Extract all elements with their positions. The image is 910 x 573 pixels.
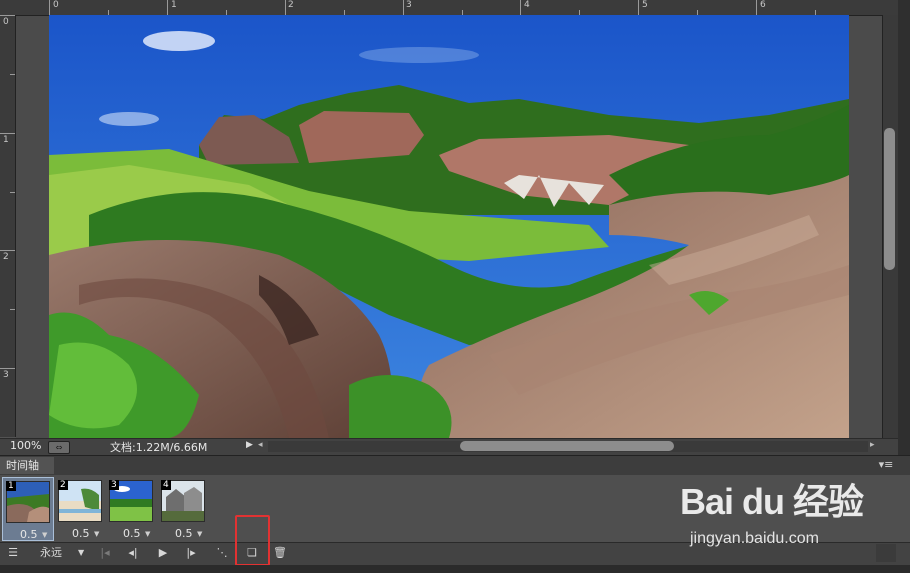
frame-number: 4 xyxy=(161,480,171,490)
frame-delay[interactable]: 0.5 xyxy=(175,527,193,540)
ruler-label: 2 xyxy=(288,0,294,10)
panel-menu-icon[interactable]: ▾≡ xyxy=(878,459,894,471)
delay-dropdown-icon[interactable]: ▼ xyxy=(145,530,150,538)
trash-icon[interactable]: 🗑 xyxy=(271,542,289,564)
ruler-label: 1 xyxy=(3,135,9,145)
ruler-label: 4 xyxy=(524,0,530,10)
vertical-scroll-thumb[interactable] xyxy=(884,128,895,270)
document-image xyxy=(49,15,849,438)
frame-number: 3 xyxy=(109,480,119,490)
panel-edge xyxy=(898,0,910,455)
ruler-label: 1 xyxy=(171,0,177,10)
navigator-icon[interactable]: ⇔ xyxy=(48,441,70,454)
ruler-label: 5 xyxy=(642,0,648,10)
scroll-right-arrow-icon[interactable]: ▸ xyxy=(870,440,875,450)
delay-dropdown-icon[interactable]: ▼ xyxy=(42,531,47,539)
horizontal-scroll-thumb[interactable] xyxy=(460,441,674,451)
watermark: Bai du 经验 jingyan.baidu.com xyxy=(680,473,870,553)
ruler-label: 0 xyxy=(3,17,9,27)
loop-options-select[interactable]: 永远 ▼ xyxy=(27,542,89,564)
watermark-url: jingyan.baidu.com xyxy=(690,530,819,547)
document-size-info: 文档:1.22M/6.66M xyxy=(110,441,208,454)
frame-2[interactable]: 2 0.5 ▼ xyxy=(55,477,107,541)
ruler-label: 3 xyxy=(3,370,9,380)
frame-delay[interactable]: 0.5 xyxy=(123,527,141,540)
top-ruler: 0 1 2 3 4 5 6 xyxy=(0,0,910,16)
delay-dropdown-icon[interactable]: ▼ xyxy=(197,530,202,538)
frame-1[interactable]: 1 0.5 ▼ xyxy=(2,477,54,541)
ruler-label: 3 xyxy=(406,0,412,10)
panel-resize-handle[interactable] xyxy=(876,544,896,562)
frame-delay[interactable]: 0.5 xyxy=(20,528,38,541)
frame-delay[interactable]: 0.5 xyxy=(72,527,90,540)
ruler-label: 0 xyxy=(53,0,59,10)
bottom-edge xyxy=(0,565,910,573)
zoom-level[interactable]: 100% xyxy=(10,439,41,452)
frame-4[interactable]: 4 0.5 ▼ xyxy=(158,477,210,541)
watermark-logo: Bai du 经验 xyxy=(680,481,864,522)
frame-number: 1 xyxy=(6,481,16,491)
previous-frame-icon[interactable]: ◂| xyxy=(124,542,142,564)
play-icon[interactable]: ▶ xyxy=(154,542,172,564)
scroll-left-arrow-icon[interactable]: ◂ xyxy=(258,440,263,450)
frame-3[interactable]: 3 0.5 ▼ xyxy=(106,477,158,541)
delay-dropdown-icon[interactable]: ▼ xyxy=(94,530,99,538)
first-frame-icon[interactable]: |◂ xyxy=(96,542,114,564)
ruler-label: 2 xyxy=(3,252,9,262)
left-ruler: 0 1 2 3 xyxy=(0,15,16,437)
frame-number: 2 xyxy=(58,480,68,490)
loop-option-label: 永远 xyxy=(40,546,62,559)
tween-icon[interactable]: ⋱ xyxy=(212,542,232,564)
status-menu-arrow-icon[interactable]: ▶ xyxy=(246,440,257,453)
convert-to-video-timeline-icon[interactable]: ☰ xyxy=(4,542,22,564)
loop-dropdown-icon: ▼ xyxy=(78,548,85,557)
ruler-label: 6 xyxy=(760,0,766,10)
timeline-tab[interactable]: 时间轴 xyxy=(0,457,54,474)
next-frame-icon[interactable]: |▸ xyxy=(182,542,200,564)
highlight-annotation xyxy=(235,515,270,566)
